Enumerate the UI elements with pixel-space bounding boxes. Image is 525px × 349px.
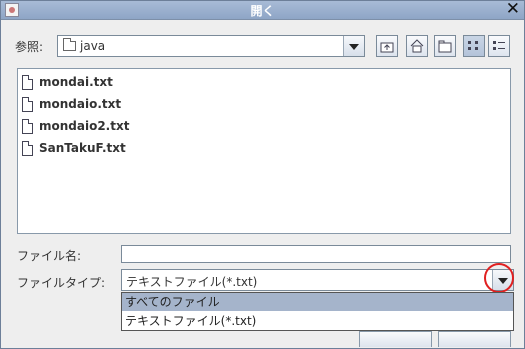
- file-name: mondaio.txt: [39, 97, 122, 111]
- lookin-value: java: [80, 39, 106, 53]
- highlight-circle: [484, 263, 514, 293]
- hidden-button-right: [438, 331, 511, 347]
- filetype-dropdown-list[interactable]: すべてのファイル テキストファイル(*.txt): [121, 292, 514, 331]
- filetype-value: テキストファイル(*.txt): [126, 275, 258, 289]
- up-folder-icon: [380, 42, 394, 53]
- new-folder-button[interactable]: [434, 35, 456, 57]
- file-list[interactable]: mondai.txt mondaio.txt mondaio2.txt SanT…: [17, 68, 511, 234]
- home-icon: [410, 39, 424, 53]
- list-view-icon: [468, 41, 478, 50]
- file-icon: [22, 97, 33, 112]
- dropdown-option[interactable]: すべてのファイル: [122, 293, 513, 311]
- filetype-label: ファイルタイプ:: [17, 276, 106, 290]
- file-icon: [22, 119, 33, 134]
- window-title: 開く: [250, 4, 275, 18]
- file-icon: [22, 141, 33, 156]
- file-name: mondaio2.txt: [39, 119, 130, 133]
- filetype-combo[interactable]: テキストファイル(*.txt): [121, 269, 514, 291]
- file-name: mondai.txt: [39, 75, 113, 89]
- folder-icon: [63, 38, 76, 51]
- up-one-level-button[interactable]: [376, 35, 398, 57]
- close-icon[interactable]: ✕: [506, 0, 520, 18]
- file-name: SanTakuF.txt: [39, 141, 126, 155]
- details-view-button[interactable]: [488, 35, 510, 57]
- file-icon: [22, 75, 33, 90]
- hidden-button-left: [359, 331, 432, 347]
- chevron-down-icon: [349, 44, 359, 50]
- filename-input[interactable]: [121, 245, 511, 263]
- open-dialog: 開く ✕ 参照: java mondai.txt mondaio.txt mon…: [0, 0, 525, 349]
- new-folder-icon: [438, 40, 452, 53]
- details-view-icon: [493, 41, 505, 50]
- list-view-button[interactable]: [463, 35, 485, 57]
- lookin-dropdown-button[interactable]: [343, 36, 364, 56]
- title-bar[interactable]: 開く ✕: [1, 0, 524, 20]
- dropdown-option[interactable]: テキストファイル(*.txt): [122, 312, 513, 330]
- filename-label: ファイル名:: [17, 249, 82, 263]
- home-button[interactable]: [406, 35, 428, 57]
- lookin-label: 参照:: [15, 40, 44, 54]
- lookin-combo[interactable]: java: [57, 35, 365, 57]
